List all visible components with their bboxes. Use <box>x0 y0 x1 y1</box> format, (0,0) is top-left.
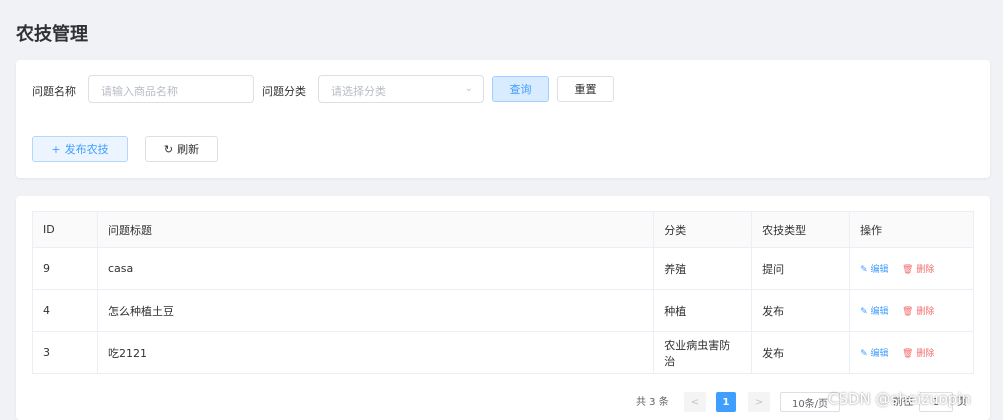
watermark: CSDN @sheizuopin <box>828 390 972 408</box>
pagination-total: 共 3 条 <box>636 397 669 408</box>
cell-category: 种植 <box>653 289 753 332</box>
page-button-1[interactable]: 1 <box>716 392 736 412</box>
question-category-label: 问题分类 <box>262 85 306 98</box>
header-actions: 操作 <box>849 211 974 248</box>
table-header-row: ID 问题标题 分类 农技类型 操作 <box>32 211 974 248</box>
refresh-icon: ↻ <box>163 142 174 156</box>
filter-panel: 问题名称 请输入商品名称 问题分类 请选择分类 ⌄ 查询 重置 + 发布农技 ↻… <box>16 60 990 178</box>
add-tech-button[interactable]: + 发布农技 <box>32 136 128 162</box>
reset-button-label: 重置 <box>574 83 597 96</box>
edit-label: 编辑 <box>870 307 889 317</box>
table-row: 3 吃2121 农业病虫害防治 发布 ✎ 编辑 🗑 删除 <box>32 331 974 374</box>
chevron-left-icon: < <box>690 396 700 408</box>
refresh-button[interactable]: ↻ 刷新 <box>145 136 218 162</box>
delete-label: 删除 <box>916 307 935 317</box>
table-row: 9 casa 养殖 提问 ✎ 编辑 🗑 删除 <box>32 247 974 290</box>
question-name-input[interactable]: 请输入商品名称 <box>88 75 254 103</box>
edit-icon: ✎ <box>860 307 868 317</box>
chevron-down-icon: ⌄ <box>464 83 473 94</box>
question-name-label: 问题名称 <box>32 85 76 98</box>
delete-label: 删除 <box>916 349 935 359</box>
prev-page-button[interactable]: < <box>684 392 706 412</box>
reset-button[interactable]: 重置 <box>557 76 614 102</box>
question-category-select[interactable]: 请选择分类 ⌄ <box>318 75 484 103</box>
header-id: ID <box>32 211 98 248</box>
query-button-label: 查询 <box>509 83 532 96</box>
table-row: 4 怎么种植土豆 种植 发布 ✎ 编辑 🗑 删除 <box>32 289 974 332</box>
edit-label: 编辑 <box>870 265 889 275</box>
next-page-button[interactable]: > <box>748 392 770 412</box>
cell-actions: ✎ 编辑 🗑 删除 <box>849 247 974 290</box>
chevron-right-icon: > <box>754 396 764 408</box>
question-name-placeholder: 请输入商品名称 <box>101 85 178 98</box>
trash-icon: 🗑 <box>902 349 914 359</box>
cell-category: 农业病虫害防治 <box>653 331 753 374</box>
query-button[interactable]: 查询 <box>492 76 549 102</box>
delete-label: 删除 <box>916 265 935 275</box>
cell-id: 3 <box>32 331 98 374</box>
edit-button[interactable]: ✎ 编辑 <box>860 265 888 275</box>
cell-type: 发布 <box>751 331 851 374</box>
header-title: 问题标题 <box>96 211 655 248</box>
trash-icon: 🗑 <box>902 265 914 275</box>
table-panel: ID 问题标题 分类 农技类型 操作 9 casa 养殖 提问 ✎ 编辑 🗑 删… <box>16 196 990 420</box>
add-tech-button-label: 发布农技 <box>64 143 109 156</box>
delete-button[interactable]: 🗑 删除 <box>902 307 934 317</box>
tech-table: ID 问题标题 分类 农技类型 操作 9 casa 养殖 提问 ✎ 编辑 🗑 删… <box>32 211 974 374</box>
cell-type: 发布 <box>751 289 851 332</box>
cell-id: 4 <box>32 289 98 332</box>
cell-type: 提问 <box>751 247 851 290</box>
edit-icon: ✎ <box>860 349 868 359</box>
plus-icon: + <box>51 142 61 156</box>
delete-button[interactable]: 🗑 删除 <box>902 349 934 359</box>
page-title: 农技管理 <box>16 24 88 45</box>
cell-title: 怎么种植土豆 <box>96 289 655 332</box>
cell-title: casa <box>96 247 655 290</box>
trash-icon: 🗑 <box>902 307 914 317</box>
cell-title: 吃2121 <box>96 331 655 374</box>
cell-category: 养殖 <box>653 247 753 290</box>
cell-actions: ✎ 编辑 🗑 删除 <box>849 331 974 374</box>
cell-actions: ✎ 编辑 🗑 删除 <box>849 289 974 332</box>
edit-button[interactable]: ✎ 编辑 <box>860 349 888 359</box>
edit-label: 编辑 <box>870 349 889 359</box>
edit-icon: ✎ <box>860 265 868 275</box>
refresh-button-label: 刷新 <box>177 143 200 156</box>
cell-id: 9 <box>32 247 98 290</box>
delete-button[interactable]: 🗑 删除 <box>902 265 934 275</box>
question-category-placeholder: 请选择分类 <box>331 85 386 98</box>
header-type: 农技类型 <box>751 211 851 248</box>
edit-button[interactable]: ✎ 编辑 <box>860 307 888 317</box>
header-category: 分类 <box>653 211 753 248</box>
